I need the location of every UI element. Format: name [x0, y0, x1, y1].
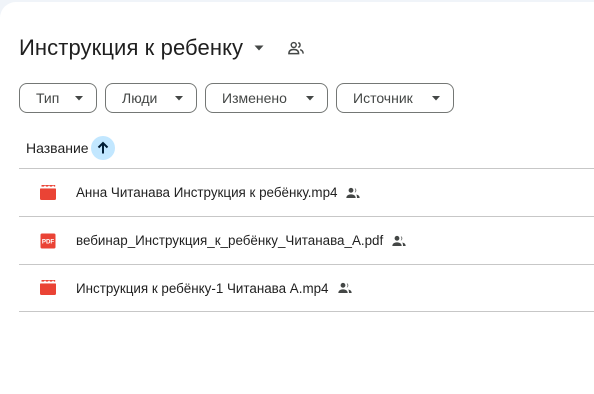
chevron-down-icon: [174, 93, 184, 103]
filter-type-chip[interactable]: Тип: [19, 83, 97, 113]
filter-source-label: Источник: [353, 90, 413, 106]
video-file-icon: [39, 184, 57, 202]
file-row[interactable]: PDF вебинар_Инструкция_к_ребёнку_Читанав…: [19, 216, 594, 264]
file-name: вебинар_Инструкция_к_ребёнку_Читанава_А.…: [76, 233, 384, 248]
file-row[interactable]: Инструкция к ребёнку-1 Читанава А.mp4: [19, 264, 594, 312]
filter-modified-chip[interactable]: Изменено: [205, 83, 328, 113]
shared-people-icon: [337, 280, 353, 296]
main-panel: Инструкция к ребенку Тип Люди Изменено И…: [0, 2, 594, 394]
folder-header: Инструкция к ребенку: [19, 32, 305, 64]
sort-ascending-button[interactable]: [90, 136, 115, 160]
filter-modified-label: Изменено: [222, 90, 287, 106]
svg-text:PDF: PDF: [42, 238, 55, 245]
column-header-name: Название: [26, 136, 115, 160]
folder-title[interactable]: Инструкция к ребенку: [19, 35, 243, 61]
shared-people-icon: [345, 185, 361, 201]
caret-down-icon[interactable]: [253, 42, 265, 54]
column-name-label[interactable]: Название: [26, 140, 89, 156]
pdf-file-icon: PDF: [39, 232, 57, 250]
filter-people-label: Люди: [122, 90, 158, 106]
file-name: Анна Читанава Инструкция к ребёнку.mp4: [76, 185, 338, 200]
filter-type-label: Тип: [36, 90, 60, 106]
arrow-up-icon: [97, 141, 108, 154]
filter-people-chip[interactable]: Люди: [105, 83, 197, 113]
chevron-down-icon: [305, 93, 315, 103]
video-file-icon: [39, 279, 57, 297]
chevron-down-icon: [74, 93, 84, 103]
chevron-down-icon: [431, 93, 441, 103]
filter-chips: Тип Люди Изменено Источник: [19, 83, 454, 113]
filter-source-chip[interactable]: Источник: [336, 83, 454, 113]
shared-people-icon: [391, 233, 407, 249]
file-row[interactable]: Анна Читанава Инструкция к ребёнку.mp4: [19, 168, 594, 216]
shared-people-icon[interactable]: [287, 39, 305, 57]
file-name: Инструкция к ребёнку-1 Читанава А.mp4: [76, 280, 329, 296]
